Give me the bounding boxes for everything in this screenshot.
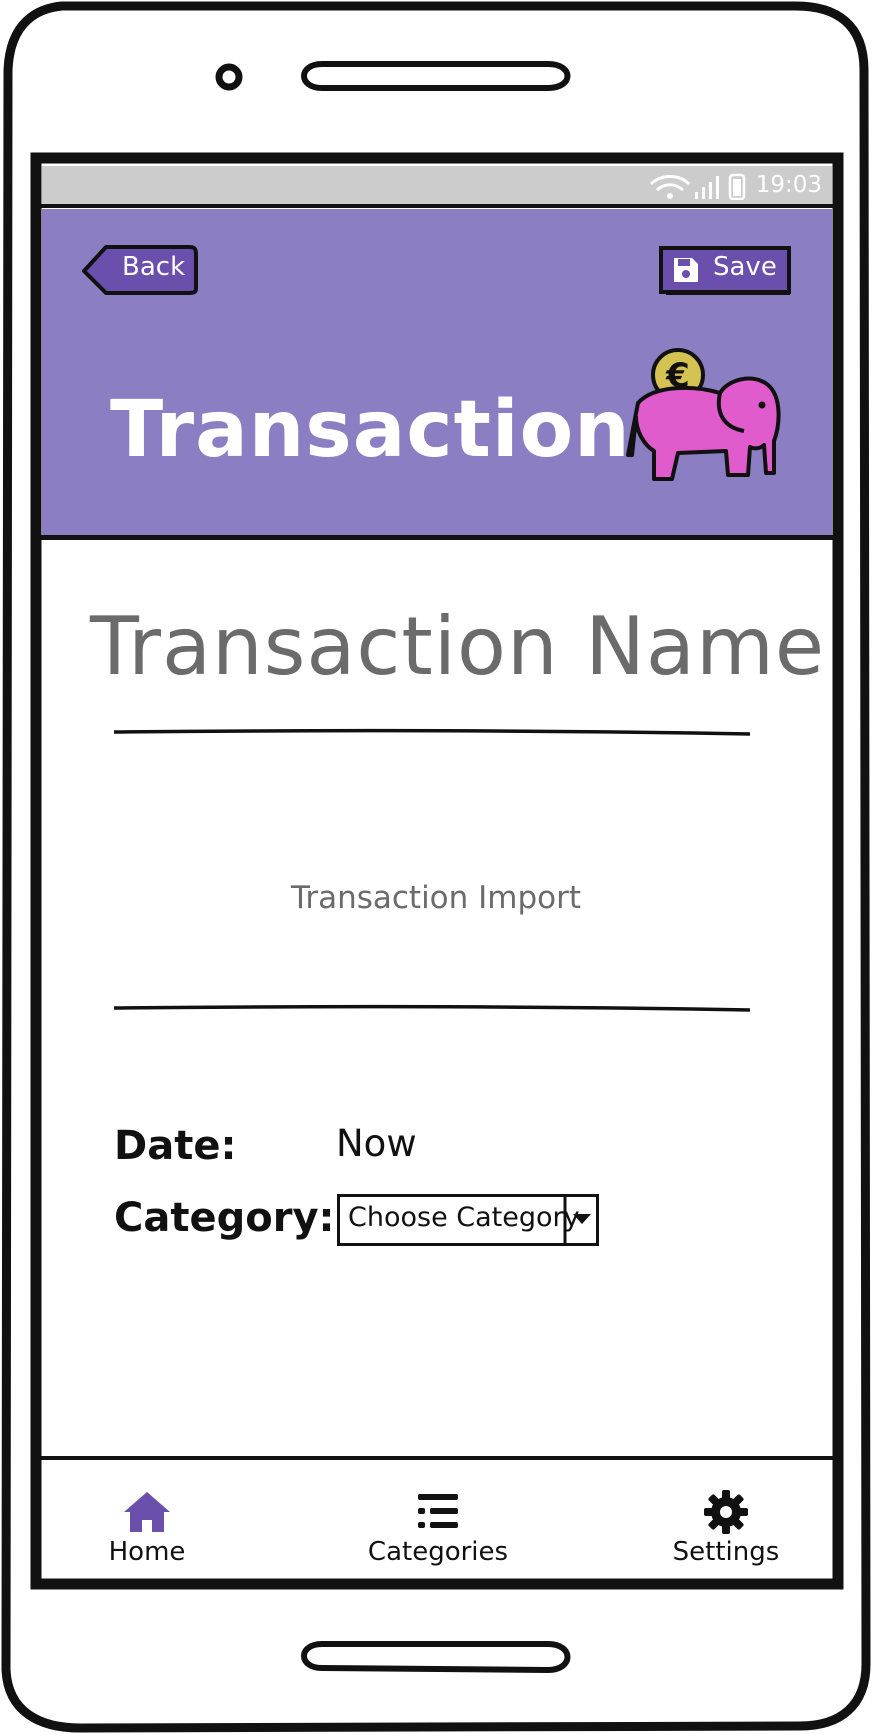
battery-icon <box>728 173 746 200</box>
status-time: 19:03 <box>755 172 822 198</box>
signal-icon <box>695 176 719 199</box>
list-icon <box>418 1494 458 1528</box>
category-label: Category: <box>114 1195 335 1241</box>
transaction-import-label[interactable]: Transaction Import <box>291 880 581 916</box>
category-select-value[interactable]: Choose Category <box>348 1202 580 1233</box>
home-icon <box>124 1492 170 1532</box>
date-label: Date: <box>114 1123 237 1169</box>
transaction-name-input[interactable]: Transaction Name <box>90 600 825 693</box>
nav-item-categories[interactable]: Categories <box>360 1486 516 1576</box>
transaction-import-area[interactable]: Transaction Import <box>0 880 872 916</box>
import-underline <box>113 1004 751 1012</box>
wifi-icon <box>649 175 691 199</box>
chevron-down-icon[interactable] <box>563 1196 599 1244</box>
piggy-bank-elephant-euro-icon: € <box>626 348 781 481</box>
back-button-label[interactable]: Back <box>122 252 185 282</box>
date-value[interactable]: Now <box>336 1122 417 1165</box>
phone-frame: 19:03 Back Save Transaction € Transactio… <box>0 0 872 1734</box>
nav-item-home[interactable]: Home <box>90 1486 204 1576</box>
gear-icon <box>704 1490 748 1534</box>
page-title: Transaction <box>110 385 631 475</box>
floppy-disk-icon <box>674 258 698 282</box>
save-button-label[interactable]: Save <box>713 252 777 282</box>
nav-item-settings[interactable]: Settings <box>664 1486 788 1576</box>
nav-label-home[interactable]: Home <box>90 1537 204 1567</box>
name-underline <box>113 728 751 736</box>
nav-label-settings[interactable]: Settings <box>664 1537 788 1567</box>
status-bar: 19:03 <box>42 166 832 206</box>
nav-label-categories[interactable]: Categories <box>360 1537 516 1567</box>
